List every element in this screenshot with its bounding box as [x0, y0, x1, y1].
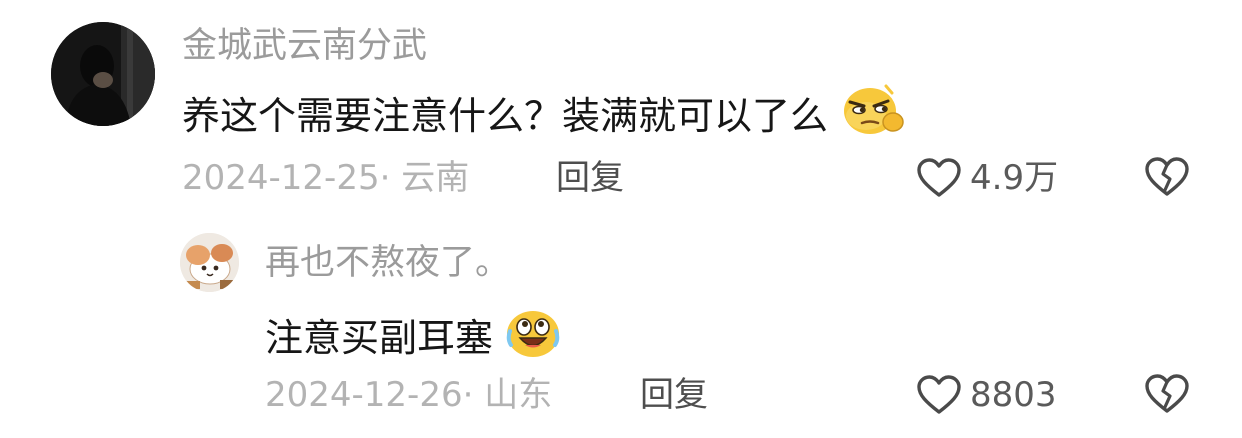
username[interactable]: 再也不熬夜了。 [265, 241, 510, 285]
avatar[interactable] [51, 22, 155, 126]
broken-heart-icon [1145, 374, 1189, 413]
like-count: 4.9万 [970, 158, 1059, 198]
comment-item: 金城武云南分武 养这个需要注意什么？装满就可以了么 2024-12-25· 云南… [0, 0, 1242, 220]
like-button[interactable]: 8803 [916, 373, 1057, 417]
comment-date: 2024-12-26 [265, 375, 463, 415]
comment-text: 养这个需要注意什么？装满就可以了么 [182, 84, 906, 147]
dark-hooded-figure-avatar-image [51, 22, 155, 126]
thinking-side-eye-emoji-icon [840, 84, 906, 147]
meta-separator: · [379, 158, 402, 198]
comment-meta: 2024-12-25· 云南 [182, 156, 469, 200]
heart-outline-icon [917, 158, 961, 197]
crying-laughing-emoji-icon [505, 305, 561, 370]
comment-text: 注意买副耳塞 [265, 305, 561, 370]
avatar[interactable] [180, 233, 239, 292]
broken-heart-icon [1145, 157, 1189, 196]
comment-location: 山东 [484, 375, 553, 415]
comment-date: 2024-12-25 [182, 158, 380, 198]
comment-text-content: 养这个需要注意什么？装满就可以了么 [182, 93, 829, 138]
dislike-button[interactable] [1144, 373, 1190, 419]
like-count: 8803 [970, 375, 1057, 415]
comment-item: 再也不熬夜了。 注意买副耳塞 2024-12-26· 山东 回复 8803 [0, 220, 1242, 438]
dislike-button[interactable] [1144, 156, 1190, 202]
cartoon-cat-avatar-image [180, 233, 239, 292]
reply-button[interactable]: 回复 [640, 373, 708, 417]
heart-outline-icon [917, 375, 961, 414]
comment-text-content: 注意买副耳塞 [265, 315, 494, 360]
meta-separator: · [462, 375, 485, 415]
comment-location: 云南 [401, 158, 470, 198]
reply-button[interactable]: 回复 [556, 156, 624, 200]
like-button[interactable]: 4.9万 [916, 156, 1058, 200]
comment-meta: 2024-12-26· 山东 [265, 373, 552, 417]
username[interactable]: 金城武云南分武 [182, 24, 427, 68]
